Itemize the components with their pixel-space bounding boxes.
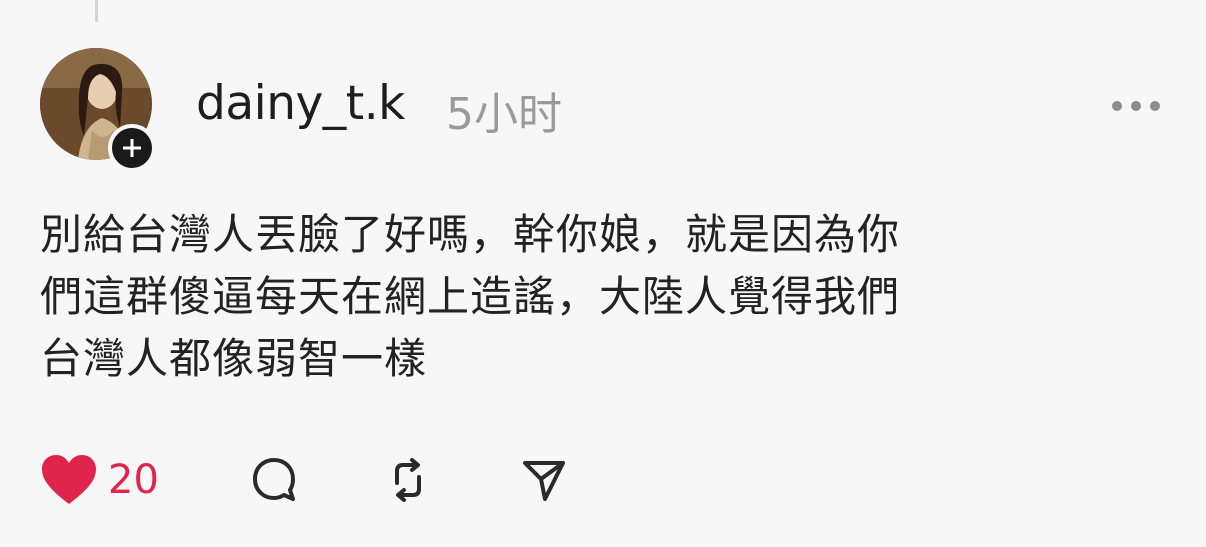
more-icon [1112,101,1122,111]
post-text-line: 別給台灣人丟臉了好嗎，幹你娘，就是因為你 [40,210,901,259]
more-options-button[interactable] [1112,96,1160,116]
plus-icon [123,139,141,157]
like-button[interactable]: 20 [40,454,159,506]
follow-button[interactable] [108,124,156,172]
repost-icon [395,458,421,502]
post-actions: 20 [40,448,159,512]
send-icon [523,461,565,501]
username-link[interactable]: dainy_t.k [196,76,405,131]
thread-connector-line [95,0,98,22]
post-text-line: 台灣人都像弱智一樣 [40,334,428,383]
like-count: 20 [108,457,159,503]
heart-icon [42,455,96,504]
more-icon-dot [1150,101,1160,111]
thread-post: dainy_t.k 5小时 別給台灣人丟臉了好嗎，幹你娘，就是因為你 們這群傻逼… [0,0,1206,547]
reply-button[interactable] [246,452,302,508]
more-icon-dot [1131,101,1141,111]
post-body: 別給台灣人丟臉了好嗎，幹你娘，就是因為你 們這群傻逼每天在網上造謠，大陸人覺得我… [40,204,1160,390]
post-timestamp: 5小时 [446,89,562,140]
share-button[interactable] [516,452,572,508]
repost-button[interactable] [380,452,436,508]
comment-icon [253,458,295,501]
post-text-line: 們這群傻逼每天在網上造謠，大陸人覺得我們 [40,272,901,321]
